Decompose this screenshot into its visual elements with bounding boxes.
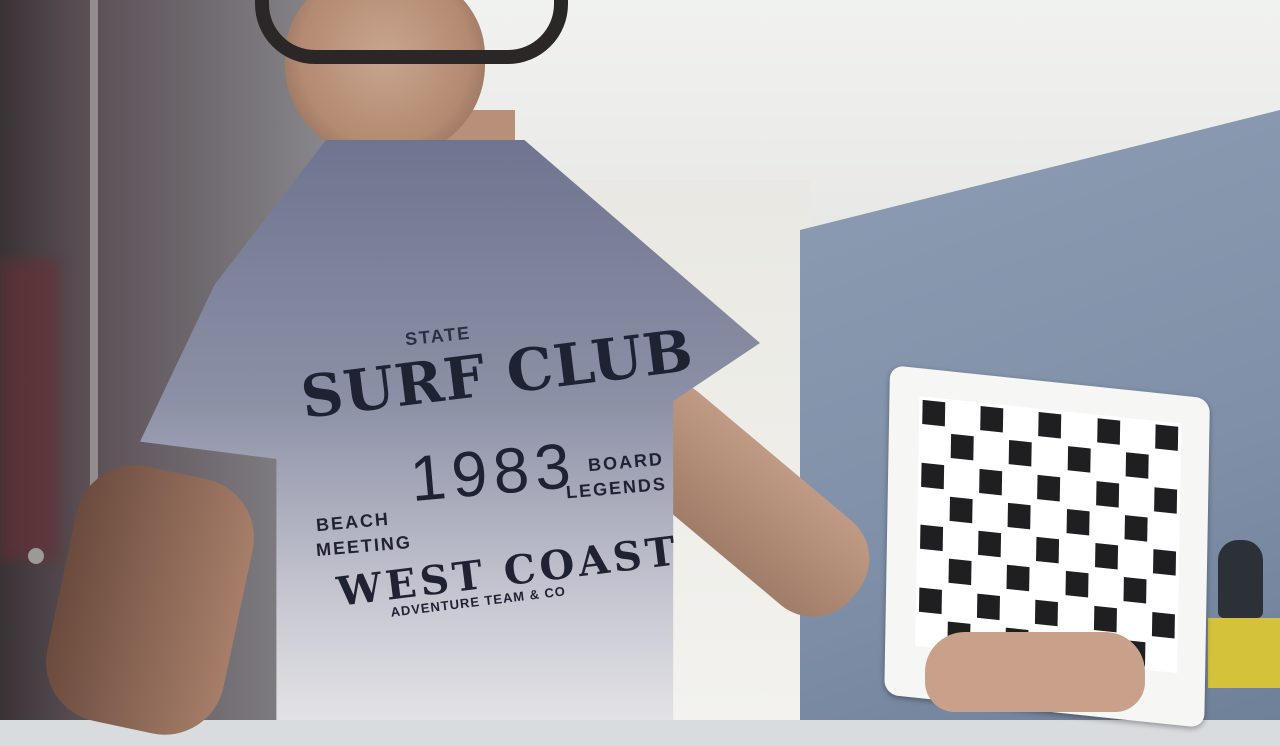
checkerboard-square bbox=[979, 468, 1003, 496]
checkerboard-square bbox=[1122, 480, 1152, 514]
shirt-print-year: 1983 bbox=[407, 428, 580, 516]
checkerboard-square bbox=[1149, 577, 1179, 611]
checkerboard-square bbox=[1148, 639, 1178, 673]
checkerboard-square bbox=[1035, 599, 1059, 626]
checkerboard-square bbox=[1067, 446, 1091, 474]
checkerboard-square bbox=[1091, 570, 1121, 604]
checkerboard-square bbox=[922, 399, 946, 427]
checkerboard-square bbox=[1008, 440, 1033, 467]
checkerboard-square bbox=[950, 434, 974, 461]
checkerboard-square bbox=[1119, 605, 1149, 639]
checkerboard-square bbox=[1064, 411, 1094, 445]
checkerboard-square bbox=[1006, 405, 1036, 439]
checkerboard-square bbox=[977, 433, 1007, 467]
checkerboard-square bbox=[976, 496, 1006, 530]
checkerboard-square bbox=[1061, 599, 1091, 633]
checkerboard-square bbox=[1003, 592, 1033, 626]
hand bbox=[925, 632, 1145, 712]
checkerboard-square bbox=[948, 399, 978, 433]
checkerboard-square bbox=[1006, 565, 1030, 592]
checkerboard-square bbox=[918, 427, 948, 461]
checkerboard-square bbox=[948, 558, 972, 586]
checkerboard-square bbox=[1123, 577, 1147, 604]
checkerboard-square bbox=[977, 593, 1001, 620]
checkerboard-square bbox=[947, 462, 977, 496]
checkerboard-square bbox=[1155, 424, 1179, 452]
checkerboard-square bbox=[921, 462, 945, 489]
checkerboard-square bbox=[1093, 446, 1123, 480]
checkerboard-square bbox=[1037, 474, 1061, 502]
checkerboard-square bbox=[1153, 486, 1178, 514]
checkerboard-square bbox=[1121, 542, 1151, 576]
checkerboard-square bbox=[1036, 536, 1060, 564]
checkerboard-square bbox=[1151, 611, 1175, 639]
checkerboard-square bbox=[1066, 508, 1090, 536]
checkerboard-square bbox=[1124, 514, 1148, 542]
checkerboard-square bbox=[945, 586, 975, 620]
checkerboard-square bbox=[1065, 571, 1089, 598]
checkerboard-square bbox=[1123, 417, 1153, 451]
checkerboard-square bbox=[974, 558, 1004, 592]
checkerboard-square bbox=[916, 552, 946, 586]
yellow-object bbox=[1208, 618, 1280, 688]
checkerboard-square bbox=[1038, 412, 1062, 439]
checkerboard-square bbox=[1033, 564, 1063, 598]
checkerboard-square bbox=[1005, 468, 1035, 502]
checkerboard-square bbox=[1092, 508, 1122, 542]
checkerboard-square bbox=[1094, 542, 1118, 570]
red-blur bbox=[0, 260, 60, 560]
checkerboard-square bbox=[1151, 452, 1181, 486]
checkerboard-square bbox=[978, 530, 1002, 558]
checkerboard-square bbox=[1034, 502, 1064, 536]
checkerboard-square bbox=[1062, 536, 1092, 570]
checkerboard-square bbox=[980, 405, 1004, 433]
webcam-photo: STATE SURF CLUB 1983 BEACH MEETING BOARD… bbox=[0, 0, 1280, 746]
checkerboard-square bbox=[1093, 605, 1117, 633]
checkerboard-square bbox=[1152, 549, 1177, 576]
figurine bbox=[1218, 540, 1263, 618]
checkerboard-square bbox=[1063, 474, 1093, 508]
checkerboard-square bbox=[1125, 452, 1149, 480]
checkerboard-square bbox=[946, 524, 976, 558]
checkerboard-square bbox=[1096, 418, 1120, 445]
checkerboard-square bbox=[1004, 530, 1034, 564]
checkerboard-square bbox=[949, 496, 973, 524]
checkerboard-square bbox=[1007, 502, 1032, 530]
checkerboard-square bbox=[1095, 480, 1119, 508]
checkerboard-square bbox=[1150, 514, 1180, 548]
checkerboard-square bbox=[918, 587, 943, 614]
checkerboard-square bbox=[917, 490, 947, 524]
checkerboard-square bbox=[1035, 440, 1065, 474]
door-handle bbox=[28, 548, 44, 564]
headphones bbox=[255, 0, 568, 64]
checkerboard-square bbox=[920, 524, 944, 552]
